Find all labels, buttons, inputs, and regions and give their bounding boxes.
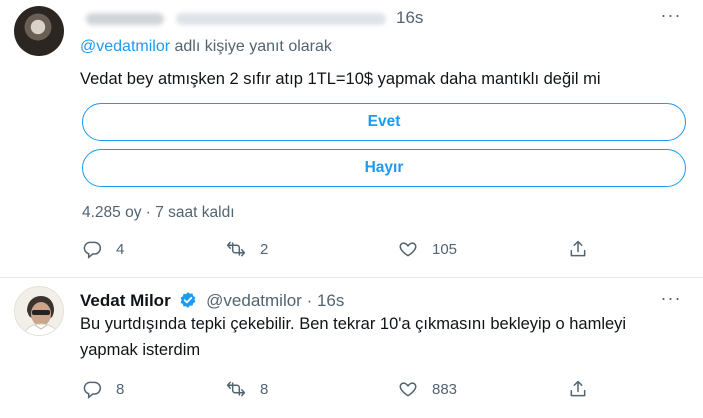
tweet-actions: 4 2 105 [80, 236, 600, 262]
tweet-time[interactable]: 16s [317, 291, 344, 310]
author-handle[interactable]: @vedatmilor [206, 291, 302, 310]
more-horizontal-icon[interactable]: ··· [657, 289, 685, 313]
retweet-button[interactable]: 8 [226, 376, 268, 402]
reply-icon [83, 241, 102, 259]
profile-photo [15, 287, 63, 335]
share-icon [570, 240, 586, 257]
share-icon [570, 380, 586, 397]
heart-icon [399, 382, 417, 397]
tweet-header: 16s ··· [80, 6, 685, 38]
tweet-text: Bu yurtdışında tepki çekebilir. Ben tekr… [80, 311, 680, 363]
reply-mention-link[interactable]: @vedatmilor [80, 38, 170, 55]
poll-vote-count: 4.285 oy [82, 204, 142, 221]
author-reply-tweet[interactable]: Vedat Milor @vedatmilor · 16s ··· Bu yur… [0, 278, 703, 418]
reply-context: @vedatmilor adlı kişiye yanıt olarak [80, 38, 332, 56]
like-button[interactable]: 105 [398, 236, 457, 262]
reply-icon [83, 381, 102, 399]
retweet-icon [226, 381, 246, 397]
blurred-author-name [86, 13, 164, 25]
author-name[interactable]: Vedat Milor [80, 291, 171, 310]
reply-context-text: adlı kişiye yanıt olarak [170, 38, 332, 55]
tweet-text-line: Bu yurtdışında tepki çekebilir. Ben tekr… [80, 315, 627, 333]
verified-badge-icon [180, 292, 196, 308]
poll-time-remaining: 7 saat kaldı [155, 204, 235, 221]
tweet-text-line: yapmak isterdim [80, 341, 201, 359]
poll-option-evet[interactable]: Evet [82, 103, 686, 141]
like-count: 105 [432, 240, 458, 258]
poll-meta: 4.285 oy · 7 saat kaldı [82, 204, 235, 222]
retweet-button[interactable]: 2 [226, 236, 268, 262]
reply-button[interactable]: 8 [82, 376, 124, 402]
retweet-icon [226, 241, 246, 257]
share-button[interactable] [568, 376, 602, 402]
avatar[interactable] [14, 286, 64, 336]
heart-icon [399, 242, 417, 257]
poll-option-hayir[interactable]: Hayır [82, 149, 686, 187]
share-button[interactable] [568, 236, 602, 262]
tweet-actions: 8 8 883 [80, 376, 600, 402]
tweet-time[interactable]: 16s [396, 8, 423, 28]
reply-count: 8 [116, 380, 125, 398]
poll-separator: · [141, 204, 156, 221]
blurred-author-handle [176, 13, 386, 25]
reply-tweet[interactable]: 16s ··· @vedatmilor adlı kişiye yanıt ol… [0, 0, 703, 278]
tweet-text: Vedat bey atmışken 2 sıfır atıp 1TL=10$ … [80, 70, 601, 88]
retweet-count: 8 [260, 380, 269, 398]
header-separator: · [301, 291, 317, 310]
reply-button[interactable]: 4 [82, 236, 124, 262]
more-horizontal-icon[interactable]: ··· [657, 6, 685, 30]
retweet-count: 2 [260, 240, 269, 258]
like-button[interactable]: 883 [398, 376, 457, 402]
reply-count: 4 [116, 240, 125, 258]
avatar[interactable] [14, 6, 64, 56]
like-count: 883 [432, 380, 458, 398]
